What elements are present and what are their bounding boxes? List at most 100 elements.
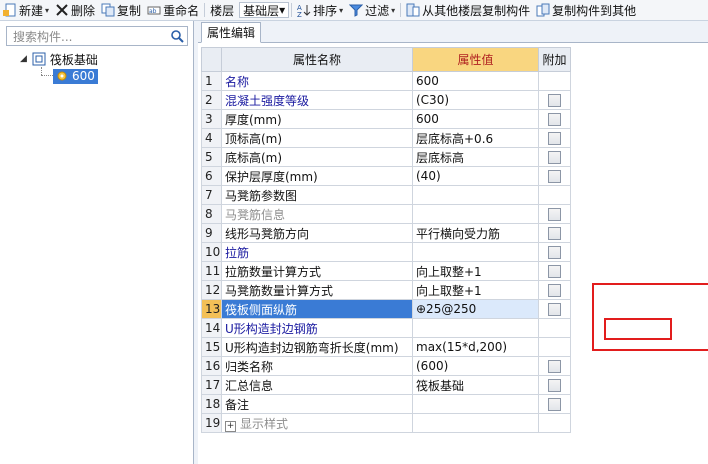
property-value[interactable]: 层底标高	[412, 147, 539, 167]
property-value[interactable]	[412, 394, 539, 414]
attach-checkbox[interactable]	[548, 265, 561, 278]
sort-label: 排序	[313, 3, 338, 18]
table-row[interactable]: 5 底标高(m) 层底标高	[201, 147, 708, 167]
expand-plus-icon[interactable]: +	[225, 420, 236, 432]
property-value[interactable]	[412, 242, 539, 262]
attach-checkbox[interactable]	[548, 303, 561, 316]
collapse-arrow-icon[interactable]: ◢	[20, 54, 27, 64]
property-value-header[interactable]: 属性值	[412, 47, 539, 72]
table-row[interactable]: 16 归类名称 (600)	[201, 356, 708, 376]
property-value[interactable]	[412, 318, 539, 338]
table-row[interactable]: 1 名称 600	[201, 71, 708, 91]
row-number: 19	[201, 413, 222, 433]
tab-property-edit[interactable]: 属性编辑	[201, 22, 262, 43]
table-row[interactable]: 17 汇总信息 筏板基础	[201, 375, 708, 395]
tree-connector	[41, 75, 53, 76]
property-value[interactable]: (C30)	[412, 90, 539, 110]
attach-checkbox[interactable]	[548, 170, 561, 183]
attach-checkbox[interactable]	[548, 227, 561, 240]
table-row[interactable]: 3 厚度(mm) 600	[201, 109, 708, 129]
property-value[interactable]	[412, 185, 539, 205]
grid-filler	[571, 129, 708, 148]
attach-cell	[538, 375, 571, 395]
property-value-editor[interactable]: ⊕25@250	[412, 299, 539, 319]
attach-checkbox[interactable]	[548, 94, 561, 107]
attach-cell	[538, 261, 571, 281]
property-name: U形构造封边钢筋	[221, 318, 413, 338]
property-name-group[interactable]: + 显示样式	[221, 413, 413, 433]
attach-checkbox[interactable]	[548, 360, 561, 373]
delete-icon	[55, 3, 69, 17]
sort-button[interactable]: AZ 排序 ▾	[294, 0, 346, 20]
property-value[interactable]: 600	[412, 109, 539, 129]
copy-to-floor-button[interactable]: 复制构件到其他	[533, 0, 639, 20]
table-row[interactable]: 11 拉筋数量计算方式 向上取整+1	[201, 261, 708, 281]
attach-checkbox[interactable]	[548, 151, 561, 164]
table-row[interactable]: 8 马凳筋信息	[201, 204, 708, 224]
property-value[interactable]: 600	[412, 71, 539, 91]
tab-label: 属性编辑	[207, 26, 256, 40]
row-number: 3	[201, 109, 222, 129]
selected-node[interactable]: 600	[53, 68, 98, 84]
table-row[interactable]: 9 线形马凳筋方向 平行横向受力筋	[201, 223, 708, 243]
table-row[interactable]: 7 马凳筋参数图	[201, 185, 708, 205]
grid-filler	[571, 414, 708, 433]
property-value[interactable]: (600)	[412, 356, 539, 376]
attach-checkbox[interactable]	[548, 208, 561, 221]
attach-checkbox[interactable]	[548, 246, 561, 259]
new-button[interactable]: 新建 ▾	[0, 0, 52, 20]
row-number: 8	[201, 204, 222, 224]
filter-button[interactable]: 过滤 ▾	[346, 0, 398, 20]
attach-checkbox[interactable]	[548, 113, 561, 126]
property-value[interactable]	[412, 204, 539, 224]
attach-cell	[538, 356, 571, 376]
grid-filler	[571, 243, 708, 262]
property-value[interactable]: 平行横向受力筋	[412, 223, 539, 243]
tree-node-label: 600	[72, 69, 95, 83]
property-value[interactable]: 向上取整+1	[412, 261, 539, 281]
layer-select[interactable]: 基础层 ▾	[239, 2, 290, 18]
property-value[interactable]	[412, 413, 539, 433]
row-number: 12	[201, 280, 222, 300]
delete-button[interactable]: 删除	[52, 0, 98, 20]
attach-header[interactable]: 附加	[538, 47, 571, 72]
table-row[interactable]: 4 顶标高(m) 层底标高+0.6	[201, 128, 708, 148]
tree-node-label: 筏板基础	[49, 52, 98, 67]
property-value[interactable]: (40)	[412, 166, 539, 186]
search-icon[interactable]	[170, 29, 184, 43]
attach-checkbox[interactable]	[548, 284, 561, 297]
layer-label-text: 楼层	[210, 3, 235, 18]
property-value[interactable]: 筏板基础	[412, 375, 539, 395]
attach-checkbox[interactable]	[548, 398, 561, 411]
table-row[interactable]: 2 混凝土强度等级 (C30)	[201, 90, 708, 110]
copy-from-floor-button[interactable]: 从其他楼层复制构件	[403, 0, 533, 20]
property-value[interactable]: 向上取整+1	[412, 280, 539, 300]
property-value[interactable]: 层底标高+0.6	[412, 128, 539, 148]
property-name-header[interactable]: 属性名称	[221, 47, 413, 72]
property-panel: 属性编辑 属性名称 属性值 附加 1 名称 600 2 混凝土强度等级 (C30…	[198, 21, 708, 464]
copy-button[interactable]: 复制	[98, 0, 144, 20]
table-row[interactable]: 19 + 显示样式	[201, 413, 708, 433]
property-name: 马凳筋信息	[221, 204, 413, 224]
table-row[interactable]: 10 拉筋	[201, 242, 708, 262]
rename-icon: ab	[147, 3, 161, 17]
rename-button[interactable]: ab 重命名	[144, 0, 202, 20]
attach-cell	[538, 109, 571, 129]
tree-node-raft-foundation[interactable]: ◢ 筏板基础	[20, 51, 98, 67]
search-input[interactable]	[11, 28, 165, 46]
tree-node-600[interactable]: 600	[53, 68, 98, 84]
table-row[interactable]: 6 保护层厚度(mm) (40)	[201, 166, 708, 186]
raft-foundation-icon	[32, 52, 46, 66]
property-name: 拉筋数量计算方式	[221, 261, 413, 281]
row-number: 14	[201, 318, 222, 338]
grid-filler	[571, 395, 708, 414]
table-row[interactable]: 18 备注	[201, 394, 708, 414]
property-value[interactable]: max(15*d,200)	[412, 337, 539, 357]
property-name: 拉筋	[221, 242, 413, 262]
attach-cell	[538, 318, 571, 338]
attach-checkbox[interactable]	[548, 379, 561, 392]
row-number: 4	[201, 128, 222, 148]
attach-cell	[538, 166, 571, 186]
attach-checkbox[interactable]	[548, 132, 561, 145]
property-name: 保护层厚度(mm)	[221, 166, 413, 186]
